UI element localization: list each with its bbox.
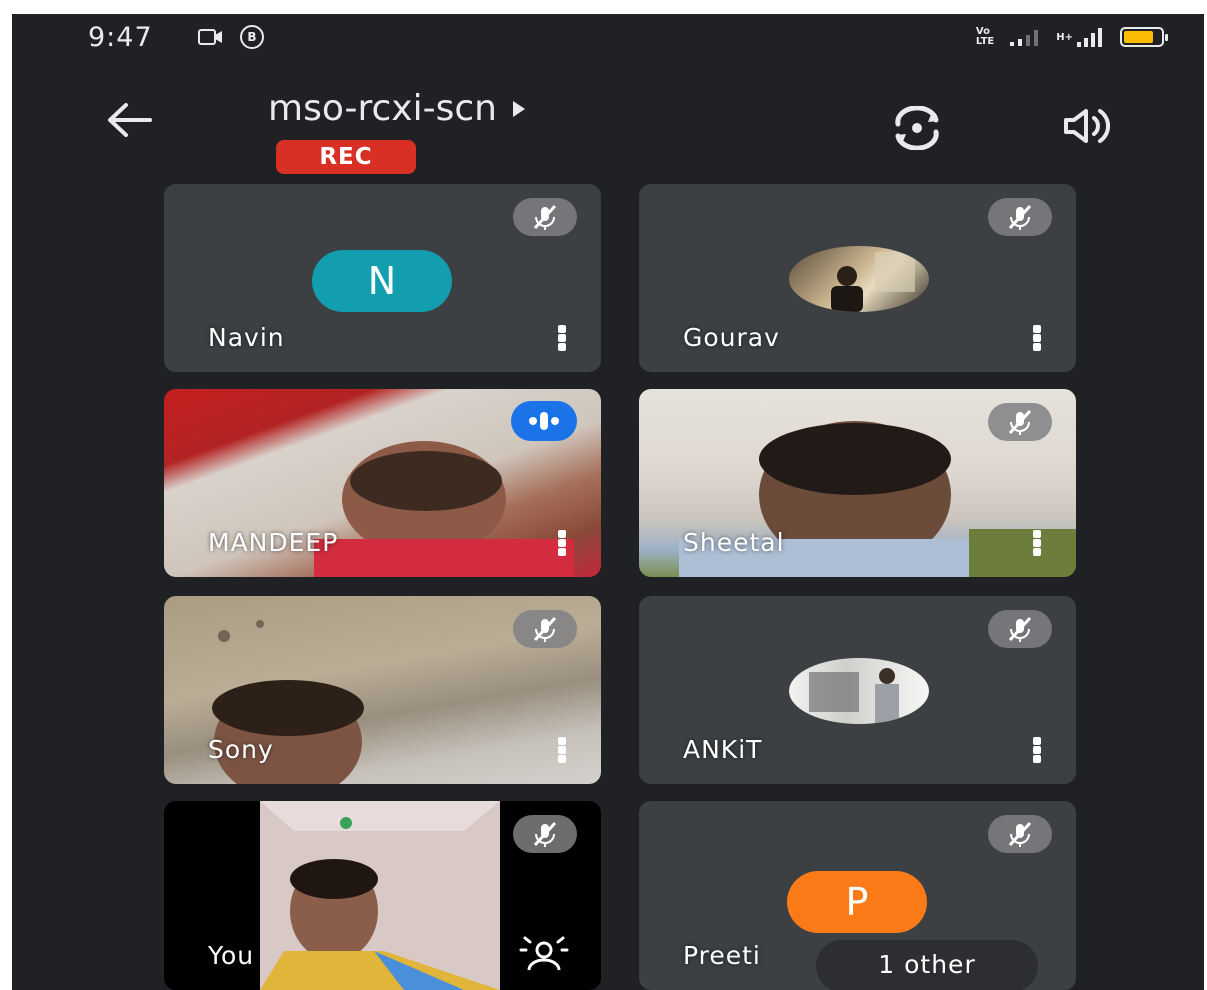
participant-name: You: [208, 941, 255, 970]
avatar: N: [312, 250, 452, 312]
signal-h-plus: H+: [1056, 26, 1106, 48]
participant-tile-ankit[interactable]: ANKiT: [639, 596, 1076, 784]
mic-off-icon: [988, 610, 1052, 648]
mic-off-icon: [513, 610, 577, 648]
switch-camera-icon[interactable]: [892, 106, 942, 150]
participant-tile-sony[interactable]: Sony: [164, 596, 601, 784]
mic-off-icon: [988, 815, 1052, 853]
participant-name: Preeti: [683, 941, 761, 970]
signal-icon: [1010, 30, 1039, 46]
mic-off-icon: [513, 198, 577, 236]
others-chip[interactable]: 1 other: [816, 940, 1038, 990]
avatar-photo: [789, 658, 929, 724]
more-options-icon[interactable]: [557, 529, 567, 559]
mic-off-icon: [988, 198, 1052, 236]
more-options-icon[interactable]: [1032, 736, 1042, 766]
participant-name: Sony: [208, 735, 274, 764]
participant-name: ANKiT: [683, 735, 763, 764]
participant-name: MANDEEP: [208, 528, 339, 557]
battery-icon: [1120, 27, 1168, 47]
participant-tile-mandeep[interactable]: MANDEEP: [164, 389, 601, 577]
participant-name: Navin: [208, 323, 285, 352]
participant-tile-gourav[interactable]: Gourav: [639, 184, 1076, 372]
signal-icon: [1077, 28, 1102, 47]
effects-icon[interactable]: [515, 932, 573, 974]
participant-name: Gourav: [683, 323, 780, 352]
more-options-icon[interactable]: [557, 324, 567, 354]
participant-tile-sheetal[interactable]: Sheetal: [639, 389, 1076, 577]
meet-screen: 9:47 B Vo LTE H+ mso-rcxi-scn REC N Navi…: [12, 14, 1204, 990]
mic-off-icon: [513, 815, 577, 853]
network-type: H+: [1056, 31, 1073, 43]
speaking-indicator-icon: [511, 401, 577, 441]
speaker-icon[interactable]: [1062, 106, 1114, 146]
participant-tile-you[interactable]: You: [164, 801, 601, 990]
video-call-icon: [198, 29, 222, 45]
participant-name: Sheetal: [683, 528, 785, 557]
play-triangle-icon: [512, 100, 525, 117]
rec-badge: REC: [276, 140, 416, 174]
meeting-title: mso-rcxi-scn: [268, 88, 497, 129]
avatar: P: [787, 871, 927, 933]
participant-tile-navin[interactable]: N Navin: [164, 184, 601, 372]
b-icon: B: [240, 25, 264, 49]
status-bar: 9:47 B Vo LTE H+: [12, 14, 1204, 74]
more-options-icon[interactable]: [1032, 529, 1042, 559]
status-right-icons: Vo LTE H+: [976, 26, 1168, 48]
status-clock: 9:47: [88, 22, 153, 53]
more-options-icon[interactable]: [557, 736, 567, 766]
volte-bottom: LTE: [975, 36, 995, 47]
back-arrow-icon[interactable]: [104, 100, 154, 140]
more-options-icon[interactable]: [1032, 324, 1042, 354]
volte-icon: Vo LTE: [976, 27, 994, 47]
avatar-photo: [789, 246, 929, 312]
meeting-title-button[interactable]: mso-rcxi-scn: [268, 88, 525, 129]
mic-off-icon: [988, 403, 1052, 441]
